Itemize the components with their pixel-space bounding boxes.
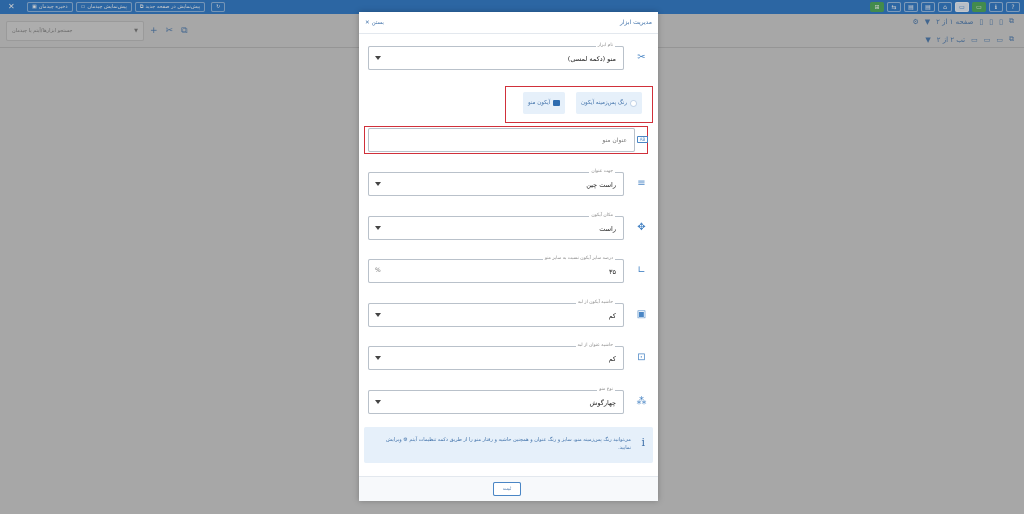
info-text: می‌توانید رنگ پس‌زمینه منو، سایز و رنگ ع… bbox=[386, 437, 631, 451]
icon-size-row: درصد سایز آیکون نسبت به سایز منو ۳۵ % ∟ bbox=[368, 256, 650, 283]
title-direction-select[interactable]: جهت عنوان راست چین bbox=[368, 169, 624, 196]
close-icon: ✕ bbox=[365, 19, 370, 26]
chevron-down-icon bbox=[375, 313, 381, 317]
chevron-down-icon bbox=[375, 56, 381, 60]
title-margin-row: حاشیه عنوان از لبه کم ⊡ bbox=[368, 343, 650, 370]
chevron-down-icon bbox=[375, 356, 381, 360]
shapes-icon: ⁂ bbox=[636, 396, 647, 407]
tool-name-row: نام ابزار منو (دکمه لمسی) ✂ bbox=[368, 43, 650, 70]
chevron-down-icon bbox=[375, 182, 381, 186]
modal-header: ✕ بستن مدیریت ابزار bbox=[359, 12, 658, 34]
icon-size-input[interactable]: درصد سایز آیکون نسبت به سایز منو ۳۵ % bbox=[368, 256, 624, 283]
padding-icon: ▣ bbox=[636, 309, 647, 320]
chevron-down-icon bbox=[375, 400, 381, 404]
icon-margin-select[interactable]: حاشیه آیکون از لبه کم bbox=[368, 300, 624, 327]
modal-footer: ثبت bbox=[359, 476, 658, 501]
icon-position-row: مکان آیکون راست ✥ bbox=[368, 213, 650, 240]
info-message: i می‌توانید رنگ پس‌زمینه منو، سایز و رنگ… bbox=[364, 427, 653, 463]
text-box-icon: ⊡ bbox=[637, 352, 646, 363]
tool-settings-modal: ✕ بستن مدیریت ابزار نام ابزار منو (دکمه … bbox=[359, 12, 658, 501]
icon-margin-row: حاشیه آیکون از لبه کم ▣ bbox=[368, 300, 650, 327]
title-margin-select[interactable]: حاشیه عنوان از لبه کم bbox=[368, 343, 624, 370]
text-icon: AB bbox=[637, 136, 648, 143]
submit-button[interactable]: ثبت bbox=[493, 482, 521, 496]
percent-icon: % bbox=[375, 267, 381, 274]
corner-icon: ∟ bbox=[637, 265, 646, 276]
modal-close-button[interactable]: ✕ بستن bbox=[365, 20, 384, 26]
title-direction-row: جهت عنوان راست چین ≡ bbox=[368, 169, 650, 196]
bg-color-chip[interactable]: رنگ پس‌زمینه آیکون bbox=[576, 92, 642, 114]
menu-type-row: نوع منو چهارگوش ⁂ bbox=[368, 387, 650, 414]
icon-position-select[interactable]: مکان آیکون راست bbox=[368, 213, 624, 240]
image-icon bbox=[553, 100, 561, 106]
align-right-icon: ≡ bbox=[637, 178, 646, 189]
modal-title: مدیریت ابزار bbox=[619, 19, 652, 26]
tool-name-select[interactable]: نام ابزار منو (دکمه لمسی) bbox=[368, 43, 624, 70]
menu-title-input[interactable]: عنوان منو bbox=[368, 128, 635, 152]
tools-icon: ✂ bbox=[637, 52, 646, 63]
info-icon: i bbox=[641, 436, 645, 449]
menu-icon-chip[interactable]: آیکون منو bbox=[523, 92, 566, 114]
menu-type-select[interactable]: نوع منو چهارگوش bbox=[368, 387, 624, 414]
color-swatch-icon bbox=[630, 99, 637, 107]
chevron-down-icon bbox=[375, 226, 381, 230]
move-icon: ✥ bbox=[637, 222, 646, 233]
